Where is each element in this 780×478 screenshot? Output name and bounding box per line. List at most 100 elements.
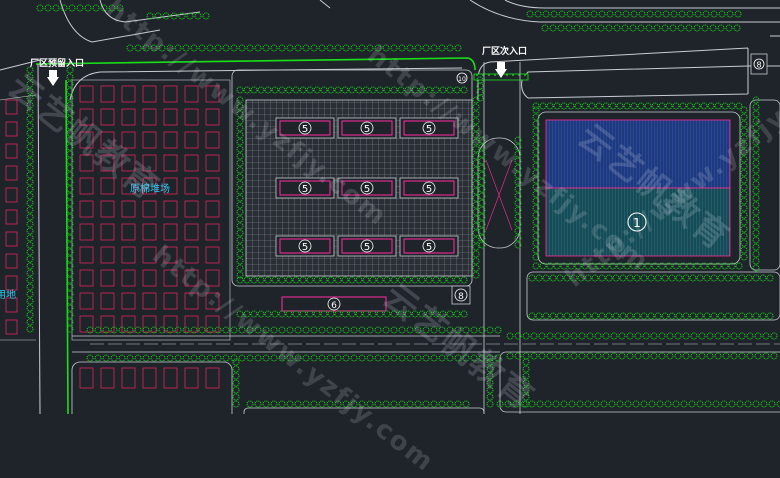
tree-icon <box>598 10 606 18</box>
tree-icon <box>689 312 697 320</box>
tree-icon <box>532 113 540 121</box>
tree-icon <box>222 44 230 52</box>
tree-icon <box>654 10 662 18</box>
tree-icon <box>686 102 694 110</box>
tree-icon <box>134 354 142 362</box>
tree-icon <box>573 24 581 32</box>
tree-icon <box>661 274 669 282</box>
tree-icon <box>406 44 414 52</box>
tree-icon <box>647 312 655 320</box>
tree-icon <box>724 274 732 282</box>
tree-icon <box>768 400 776 408</box>
tree-icon <box>236 159 244 167</box>
tree-icon <box>320 310 328 318</box>
tree-icon <box>740 183 748 191</box>
tree-icon <box>326 326 334 334</box>
tree-icon <box>665 102 673 110</box>
tree-icon <box>626 352 634 360</box>
yard-cell <box>184 131 199 149</box>
tree-icon <box>752 243 760 251</box>
tree-icon <box>752 257 760 265</box>
tree-icon <box>26 234 34 242</box>
tree-icon <box>246 44 254 52</box>
tree-icon <box>52 4 60 12</box>
tree-icon <box>690 352 698 360</box>
tree-icon <box>738 332 746 340</box>
tree-icon <box>598 312 606 320</box>
tree-icon <box>425 276 433 284</box>
tree-icon <box>730 332 738 340</box>
tree-icon <box>26 241 34 249</box>
tree-icon <box>285 276 293 284</box>
tree-icon <box>26 304 34 312</box>
tree-icon <box>302 400 310 408</box>
tree-icon <box>542 274 550 282</box>
tree-icon <box>453 276 461 284</box>
tree-icon <box>696 400 704 408</box>
tree-icon <box>472 257 480 265</box>
tree-icon <box>762 352 770 360</box>
tree-icon <box>355 310 363 318</box>
yard-cell <box>5 319 18 335</box>
tree-icon <box>236 138 244 146</box>
tree-icon <box>390 326 398 334</box>
tree-icon <box>664 400 672 408</box>
tree-icon <box>142 354 150 362</box>
tree-icon <box>292 86 300 94</box>
tree-icon <box>735 262 743 270</box>
tree-icon <box>570 312 578 320</box>
tree-icon <box>584 312 592 320</box>
tree-icon <box>94 354 102 362</box>
tree-icon <box>285 310 293 318</box>
tree-icon <box>422 44 430 52</box>
tree-icon <box>232 400 240 408</box>
tree-icon <box>658 352 666 360</box>
tree-icon <box>348 276 356 284</box>
yard-cell <box>184 177 199 195</box>
tree-icon <box>586 352 594 360</box>
tree-icon <box>707 102 715 110</box>
tree-icon <box>26 206 34 214</box>
tree-icon <box>174 326 182 334</box>
tree-icon <box>645 24 653 32</box>
tree-icon <box>472 236 480 244</box>
tree-icon <box>752 173 760 181</box>
tree-icon <box>232 393 240 401</box>
tree-icon <box>714 102 722 110</box>
tree-icon <box>770 352 778 360</box>
tree-icon <box>236 180 244 188</box>
tree-icon <box>605 312 613 320</box>
tree-icon <box>678 10 686 18</box>
tree-icon <box>342 44 350 52</box>
tree-icon <box>254 354 262 362</box>
tree-icon <box>766 274 774 282</box>
tree-icon <box>570 332 578 340</box>
tree-icon <box>382 400 390 408</box>
tree-icon <box>271 310 279 318</box>
tree-icon <box>26 143 34 151</box>
tree-icon <box>414 400 422 408</box>
tree-icon <box>369 86 377 94</box>
tree-icon <box>355 86 363 94</box>
tree-icon <box>236 215 244 223</box>
tree-icon <box>506 332 514 340</box>
tree-icon <box>383 86 391 94</box>
tree-icon <box>250 86 258 94</box>
tree-icon <box>634 352 642 360</box>
tree-icon <box>243 86 251 94</box>
tree-icon <box>722 352 730 360</box>
tree-icon <box>661 312 669 320</box>
tree-icon <box>752 222 760 230</box>
tree-icon <box>736 400 744 408</box>
tree-icon <box>731 312 739 320</box>
tree-icon <box>709 24 717 32</box>
tree-icon <box>626 312 634 320</box>
tree-icon <box>36 4 44 12</box>
tree-icon <box>382 354 390 362</box>
tree-icon <box>174 354 182 362</box>
tree-icon <box>348 310 356 318</box>
tree-icon <box>236 187 244 195</box>
tree-icon <box>714 332 722 340</box>
tree-icon <box>701 24 709 32</box>
tree-icon <box>232 365 240 373</box>
